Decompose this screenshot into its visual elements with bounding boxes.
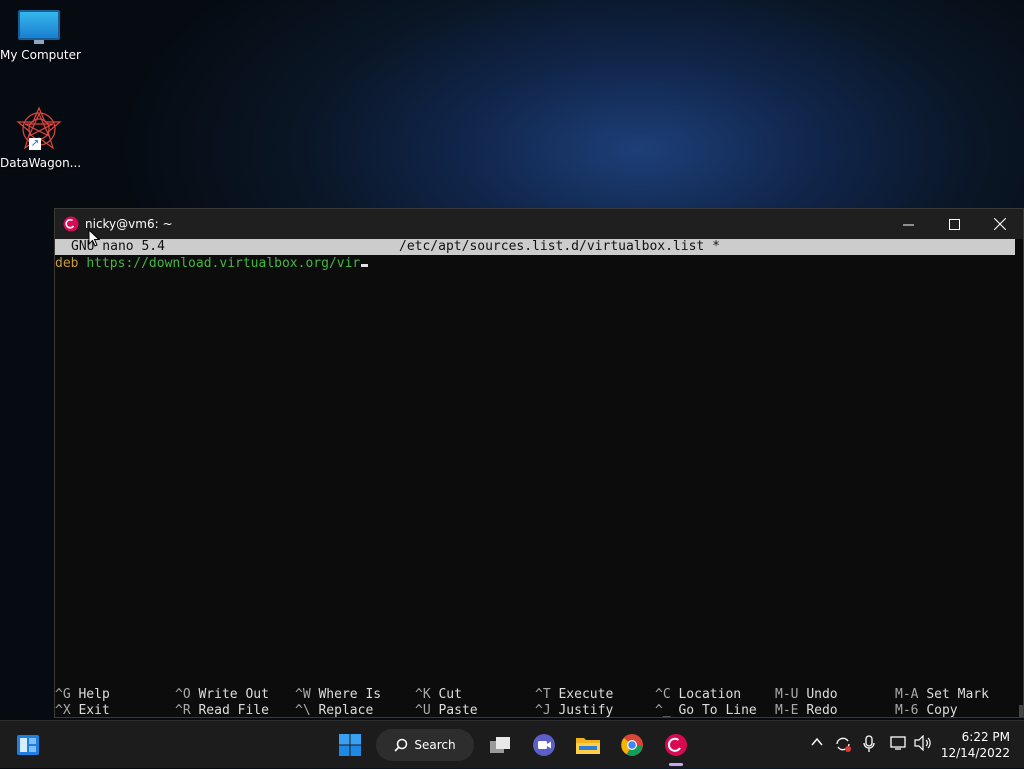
close-button[interactable] xyxy=(977,209,1023,239)
widgets-button[interactable] xyxy=(12,729,44,761)
text-cursor xyxy=(361,264,369,267)
chrome-icon xyxy=(621,734,643,756)
search-label: Search xyxy=(414,738,456,752)
shortcut-help: ^G Help xyxy=(55,687,110,702)
debian-terminal-icon xyxy=(665,734,687,756)
monitor-icon xyxy=(18,10,60,44)
meet-icon xyxy=(533,734,555,756)
file-explorer-button[interactable] xyxy=(572,729,604,761)
shortcut-paste: ^U Paste xyxy=(415,703,478,718)
shortcut-exit: ^X Exit xyxy=(55,703,110,718)
shortcut-cut: ^K Cut xyxy=(415,687,462,702)
start-button[interactable] xyxy=(334,729,366,761)
maximize-button[interactable] xyxy=(931,209,977,239)
folder-icon xyxy=(576,738,600,754)
syntax-keyword: deb xyxy=(55,256,87,271)
nano-filename: /etc/apt/sources.list.d/virtualbox.list … xyxy=(399,239,720,254)
desktop-icon-label: My Computer xyxy=(0,48,81,62)
shortcut-copy: M-6 Copy xyxy=(895,703,958,718)
nano-header-bar: GNU nano 5.4 /etc/apt/sources.list.d/vir… xyxy=(55,239,1015,255)
windows-start-icon xyxy=(339,734,361,756)
debian-icon xyxy=(63,216,79,236)
minimize-button[interactable] xyxy=(885,209,931,239)
shortcut-write-out: ^O Write Out xyxy=(175,687,269,702)
task-view-button[interactable] xyxy=(484,729,516,761)
shortcut-go-to-line: ^_ Go To Line xyxy=(655,703,757,718)
shortcut-where-is: ^W Where Is xyxy=(295,687,382,702)
nano-shortcut-bar: ^G Help ^X Exit ^O Write Out ^R Read Fil… xyxy=(55,687,1015,719)
maximize-icon xyxy=(948,218,960,230)
shortcut-arrow-icon: ↗ xyxy=(29,138,41,150)
network-icon[interactable] xyxy=(890,735,908,755)
close-icon xyxy=(994,218,1006,230)
shortcut-replace: ^\ Replace xyxy=(295,703,374,718)
chevron-up-icon[interactable] xyxy=(810,735,824,753)
search-icon xyxy=(394,738,408,752)
shortcut-set-mark: M-A Set Mark xyxy=(895,687,989,702)
shortcut-location: ^C Location xyxy=(655,687,742,702)
shortcut-execute: ^T Execute xyxy=(535,687,614,702)
widgets-icon xyxy=(17,735,39,755)
desktop-icon-datawagon[interactable]: ↗ DataWagon... xyxy=(0,106,82,170)
clock-date: 12/14/2022 xyxy=(940,746,1010,760)
taskbar-search-button[interactable]: Search xyxy=(376,729,474,761)
active-app-indicator xyxy=(669,763,683,766)
shortcut-undo: M-U Undo xyxy=(775,687,838,702)
terminal-window[interactable]: nicky@vm6: ~ GNU nano 5.4 /etc/apt/sourc… xyxy=(54,208,1024,718)
system-tray: 6:22 PM 12/14/2022 xyxy=(804,721,1024,769)
debian-terminal-button[interactable] xyxy=(660,729,692,761)
datawagon-logo-icon: ↗ xyxy=(15,106,63,152)
meet-button[interactable] xyxy=(528,729,560,761)
chrome-button[interactable] xyxy=(616,729,648,761)
microphone-icon[interactable] xyxy=(862,735,876,757)
shortcut-justify: ^J Justify xyxy=(535,703,614,718)
clock-time: 6:22 PM xyxy=(961,730,1010,744)
mouse-pointer-icon xyxy=(88,229,100,247)
sync-icon[interactable] xyxy=(834,735,852,757)
syntax-url: https://download.virtualbox.org/vir xyxy=(86,256,361,271)
desktop-icon-my-computer[interactable]: My Computer xyxy=(0,10,81,62)
volume-icon[interactable] xyxy=(914,734,932,755)
desktop-icon-label: DataWagon... xyxy=(0,156,82,170)
editor-text-line[interactable]: deb https://download.virtualbox.org/vir xyxy=(55,256,369,272)
shortcut-redo: M-E Redo xyxy=(775,703,838,718)
scrollbar[interactable] xyxy=(1019,705,1023,717)
taskbar: Search 6:22 PM 12/14/2022 xyxy=(0,720,1024,768)
shortcut-read-file: ^R Read File xyxy=(175,703,269,718)
minimize-icon xyxy=(902,224,914,225)
taskbar-clock[interactable]: 6:22 PM 12/14/2022 xyxy=(941,729,1010,761)
nano-version: GNU nano 5.4 xyxy=(71,239,165,254)
task-view-icon xyxy=(490,737,510,753)
window-titlebar[interactable]: nicky@vm6: ~ xyxy=(55,209,1023,239)
